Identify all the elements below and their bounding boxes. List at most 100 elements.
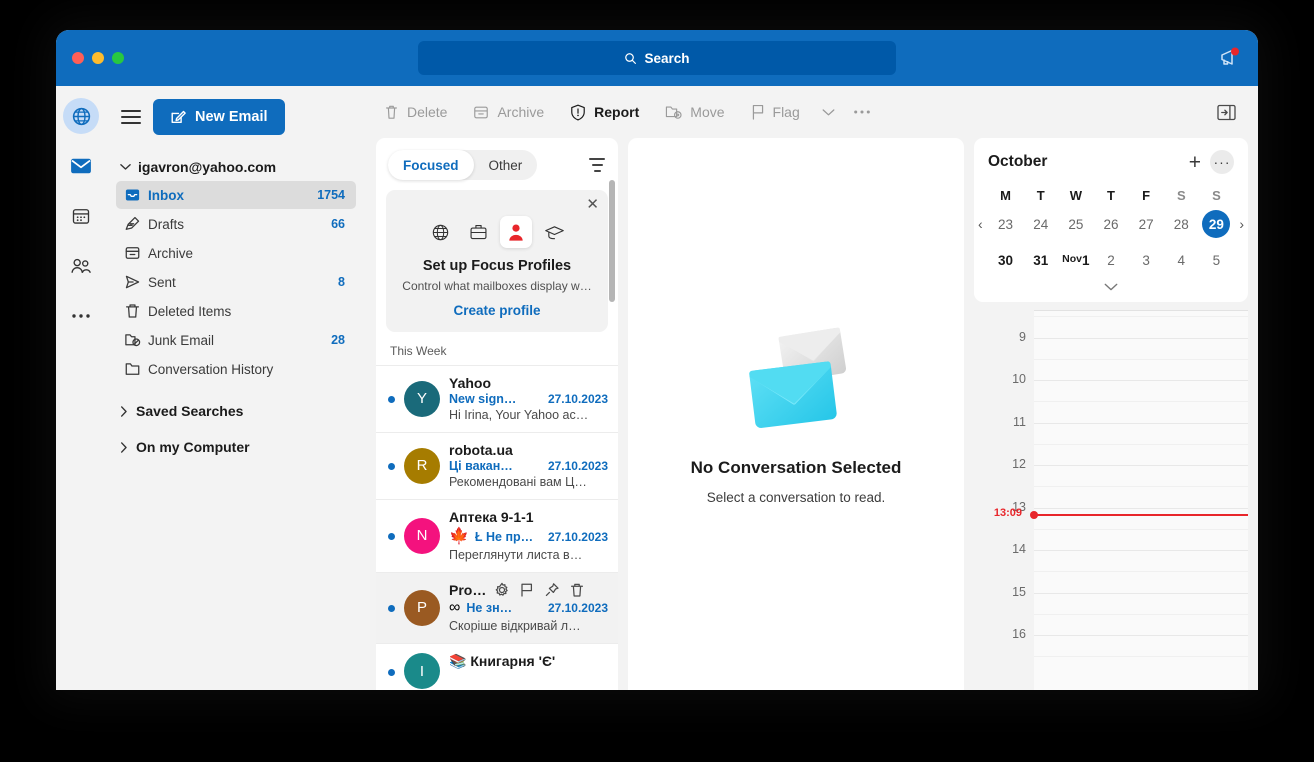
calendar-day-cell[interactable]: 24	[1023, 209, 1058, 239]
focus-profile-personal[interactable]	[500, 216, 532, 248]
sidebar-item-junk-email[interactable]: Junk Email 28	[116, 326, 356, 354]
new-email-button[interactable]: New Email	[153, 99, 285, 135]
calendar-day-cell[interactable]: 29	[1199, 209, 1234, 239]
maximize-window-button[interactable]	[112, 52, 124, 64]
message-list-item[interactable]: I 📚 Книгарня 'Є'	[376, 643, 618, 690]
add-event-button[interactable]: +	[1189, 152, 1201, 173]
rail-item-mail[interactable]	[63, 148, 99, 184]
inbox-icon	[125, 189, 140, 201]
message-preview: Hi Irina, Your Yahoo ac…	[449, 408, 589, 422]
calendar-day-cell[interactable]: 3	[1129, 245, 1164, 275]
toggle-side-panel-button[interactable]	[1211, 96, 1242, 128]
sidebar-item-sent[interactable]: Sent 8	[116, 268, 356, 296]
flag-icon[interactable]	[519, 582, 535, 598]
junk-icon	[124, 332, 141, 349]
account-header[interactable]: igavron@yahoo.com	[120, 159, 356, 175]
hour-grid-area[interactable]	[1030, 310, 1248, 690]
calendar-day-cell[interactable]: 5	[1199, 245, 1234, 275]
folder-label: Junk Email	[148, 332, 215, 348]
message-list-item[interactable]: P Pro… ∞ Не зн… 27.10.2023 Скоріше відкривай …	[376, 572, 618, 643]
sidebar-item-conversation-history[interactable]: Conversation History	[116, 355, 356, 383]
calendar-day-cell[interactable]: 31	[1023, 245, 1058, 275]
calendar-day-cell[interactable]: 25	[1058, 209, 1093, 239]
current-time-line	[1030, 510, 1248, 519]
rail-item-calendar[interactable]	[63, 198, 99, 234]
folder-sidebar: New Email igavron@yahoo.com Inbox 1754 Dra…	[106, 86, 366, 690]
filter-icon[interactable]	[588, 158, 606, 172]
desktop-background: Search New Email igavron@yahoo.com Inbox…	[0, 0, 1314, 762]
flag-button[interactable]: Flag	[741, 96, 810, 128]
hour-label: 14	[1012, 542, 1026, 556]
delete-button[interactable]: Delete	[374, 96, 457, 128]
rail-item-more[interactable]	[63, 298, 99, 334]
search-input[interactable]: Search	[418, 41, 896, 75]
command-toolbar: Delete Archive Report Move Flag	[366, 86, 1258, 138]
message-list-item[interactable]: N Аптека 9-1-1 🍁 Ł Не пр… 27.10.2023 Переглян…	[376, 499, 618, 572]
message-list-item[interactable]: Y Yahoo New sign… 27.10.2023 Hi Irina, Your …	[376, 365, 618, 432]
calendar-expand-button[interactable]	[988, 275, 1234, 296]
hour-labels: 891011121314151613:09	[974, 310, 1034, 690]
message-text: Pro… ∞ Не зн… 27.10.2023 Скоріше відкривай л…	[449, 582, 608, 633]
sidebar-item-inbox[interactable]: Inbox 1754	[116, 181, 356, 209]
archive-button[interactable]: Archive	[463, 96, 554, 128]
chevron-right-icon	[121, 405, 127, 417]
focus-profile-school[interactable]	[538, 216, 570, 248]
message-sender: robota.ua	[449, 442, 513, 458]
calendar-day-cell[interactable]: 23	[988, 209, 1023, 239]
report-button[interactable]: Report	[560, 96, 649, 128]
content-panes: Focused Other ✕ Set up Focus Profiles Co…	[366, 138, 1258, 690]
megaphone-icon[interactable]	[1218, 46, 1244, 70]
trash-icon[interactable]	[569, 582, 585, 598]
calendar-day-cell[interactable]: Nov 1	[1058, 245, 1093, 275]
calendar-day-names: MTWTFSS	[988, 188, 1234, 203]
calendar-day-cell[interactable]: 30	[988, 245, 1023, 275]
calendar-day-cell[interactable]: 28	[1164, 209, 1199, 239]
focus-profile-globe[interactable]	[424, 216, 456, 248]
calendar-day-number: 2	[1107, 252, 1115, 268]
calendar-time-grid[interactable]: 891011121314151613:09	[974, 310, 1248, 690]
close-window-button[interactable]	[72, 52, 84, 64]
focus-profile-work[interactable]	[462, 216, 494, 248]
sent-icon	[124, 274, 141, 291]
calendar-day-cell[interactable]: 26	[1093, 209, 1128, 239]
tab-other[interactable]: Other	[474, 150, 538, 180]
rail-item-globe[interactable]	[63, 98, 99, 134]
move-button[interactable]: Move	[655, 96, 734, 128]
pin-icon[interactable]	[544, 582, 560, 598]
hour-label: 15	[1012, 584, 1026, 599]
calendar-card: October + ··· MTWTFSS 23 24 25 26 27 28 29 ‹ › 30…	[974, 138, 1248, 302]
rail-item-people[interactable]	[63, 248, 99, 284]
folder-label: Inbox	[148, 187, 184, 203]
calendar-day-cell[interactable]: 4	[1164, 245, 1199, 275]
hamburger-icon[interactable]	[121, 110, 141, 124]
calendar-month-label: October	[988, 153, 1048, 170]
sidebar-group-on-my-computer[interactable]: On my Computer	[120, 439, 356, 455]
create-profile-link[interactable]: Create profile	[398, 303, 596, 318]
list-scrollbar[interactable]	[609, 180, 615, 302]
calendar-day-number: 28	[1173, 216, 1189, 232]
calendar-day-number: 1	[1082, 252, 1090, 268]
sidebar-item-drafts[interactable]: Drafts 66	[116, 210, 356, 238]
sent-icon	[125, 275, 140, 289]
calendar-prev-week-button[interactable]: ‹	[978, 216, 983, 232]
sidebar-item-archive[interactable]: Archive	[116, 239, 356, 267]
flag-dropdown-button[interactable]	[816, 96, 841, 128]
calendar-day-cell[interactable]: 27	[1129, 209, 1164, 239]
more-commands-button[interactable]	[847, 96, 877, 128]
message-emoji: ∞	[449, 599, 461, 616]
sidebar-item-deleted-items[interactable]: Deleted Items	[116, 297, 356, 325]
sidebar-group-saved-searches[interactable]: Saved Searches	[120, 403, 356, 419]
calendar-day-cell[interactable]: 2	[1093, 245, 1128, 275]
calendar-pane: October + ··· MTWTFSS 23 24 25 26 27 28 29 ‹ › 30…	[974, 138, 1248, 690]
calendar-day-number: 4	[1177, 252, 1186, 268]
folder-label: Deleted Items	[148, 303, 232, 319]
tab-focused[interactable]: Focused	[388, 150, 474, 180]
calendar-next-week-button[interactable]: ›	[1239, 216, 1244, 232]
calendar-more-button[interactable]: ···	[1210, 150, 1234, 174]
gear-icon[interactable]	[494, 582, 510, 598]
minimize-window-button[interactable]	[92, 52, 104, 64]
calendar-day-number: 27	[1138, 216, 1154, 232]
message-list-item[interactable]: Rrobota.ua Ці вакан… 27.10.2023 Рекомендова…	[376, 432, 618, 499]
drafts-icon	[125, 216, 140, 230]
close-icon[interactable]: ✕	[586, 197, 599, 212]
